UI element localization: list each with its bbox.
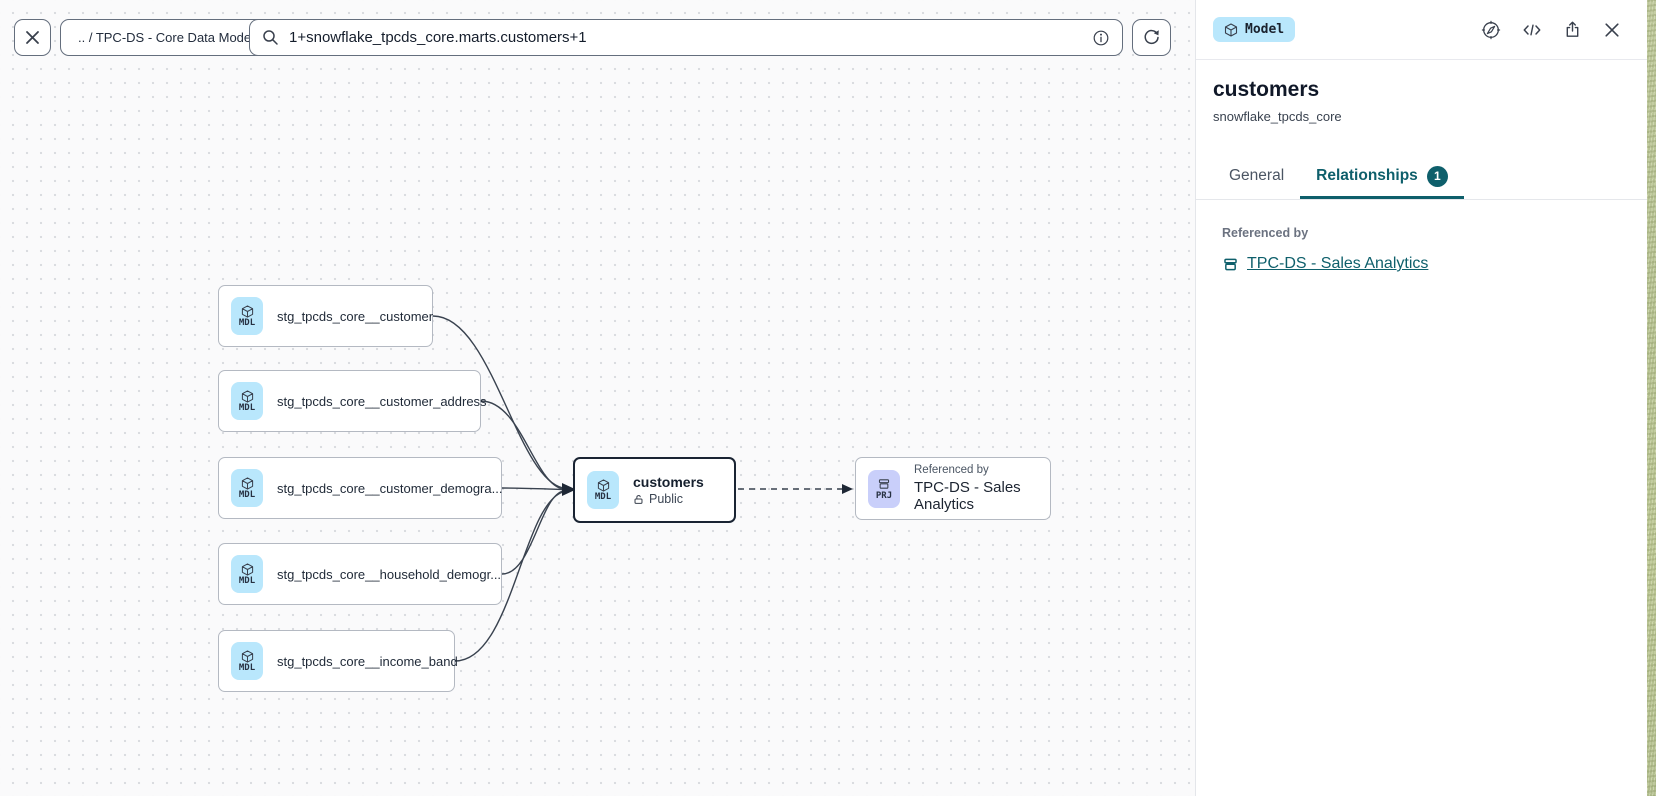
breadcrumb[interactable]: .. / TPC-DS - Core Data Models — [60, 19, 279, 56]
panel-title: customers — [1213, 78, 1630, 102]
project-icon — [877, 477, 891, 491]
explore-lineage-button[interactable] — [1479, 18, 1503, 42]
cube-icon — [1224, 23, 1238, 37]
model-badge-label: Model — [1245, 22, 1284, 37]
refresh-button[interactable] — [1132, 19, 1171, 56]
details-panel: Model — [1195, 0, 1647, 796]
node-title: customers — [633, 474, 704, 490]
node-label: stg_tpcds_core__income_band — [277, 654, 458, 669]
referenced-by-project-link[interactable]: TPC-DS - Sales Analytics — [1247, 255, 1428, 273]
close-lineage-button[interactable] — [14, 19, 51, 56]
referenced-by-item[interactable]: TPC-DS - Sales Analytics — [1222, 255, 1621, 273]
lineage-node-stg-household-demographics[interactable]: MDL stg_tpcds_core__household_demogr... — [218, 543, 502, 605]
project-type-badge: PRJ — [868, 470, 900, 508]
panel-header: Model — [1196, 0, 1647, 60]
referenced-by-label: Referenced by — [1222, 226, 1621, 240]
cube-icon — [241, 390, 254, 403]
refresh-icon — [1142, 28, 1161, 47]
node-label: stg_tpcds_core__customer_demogra... — [277, 481, 502, 496]
close-icon — [1603, 21, 1621, 39]
model-type-badge: MDL — [231, 297, 263, 335]
model-type-badge: MDL — [231, 382, 263, 420]
model-badge: Model — [1213, 17, 1295, 42]
close-icon — [24, 29, 41, 46]
tab-general[interactable]: General — [1213, 153, 1300, 199]
node-label: stg_tpcds_core__customer — [277, 309, 433, 324]
cube-icon — [241, 563, 254, 576]
tab-relationships-label: Relationships — [1316, 167, 1418, 185]
panel-actions — [1479, 18, 1623, 42]
lineage-node-stg-customer-address[interactable]: MDL stg_tpcds_core__customer_address — [218, 370, 481, 432]
cube-icon — [597, 479, 610, 492]
model-type-badge: MDL — [231, 642, 263, 680]
cube-icon — [241, 650, 254, 663]
model-type-badge: MDL — [231, 469, 263, 507]
node-label: stg_tpcds_core__customer_address — [277, 394, 487, 409]
project-icon — [1222, 256, 1239, 273]
search-icon — [262, 29, 279, 46]
share-icon — [1563, 20, 1582, 39]
node-label: stg_tpcds_core__household_demogr... — [277, 567, 501, 582]
info-icon[interactable] — [1092, 29, 1110, 47]
compass-icon — [1481, 20, 1501, 40]
lineage-node-stg-customer-demographics[interactable]: MDL stg_tpcds_core__customer_demogra... — [218, 457, 502, 519]
lineage-search-bar[interactable] — [249, 19, 1123, 56]
model-type-badge: MDL — [587, 471, 619, 509]
referenced-by-section: Referenced by TPC-DS - Sales Analytics — [1213, 200, 1630, 273]
lineage-node-referencing-project[interactable]: PRJ Referenced by TPC-DS - Sales Analyti… — [855, 457, 1051, 520]
close-panel-button[interactable] — [1601, 19, 1623, 41]
lineage-node-stg-income-band[interactable]: MDL stg_tpcds_core__income_band — [218, 630, 455, 692]
model-type-badge: MDL — [231, 555, 263, 593]
tab-relationships[interactable]: Relationships 1 — [1300, 153, 1464, 199]
lineage-node-customers-selected[interactable]: MDL customers Public — [573, 457, 736, 523]
cube-icon — [241, 477, 254, 490]
cube-icon — [241, 305, 254, 318]
code-icon — [1522, 21, 1542, 39]
desktop-wallpaper-edge — [1647, 0, 1656, 796]
node-access-label: Public — [649, 492, 683, 506]
node-access-row: Public — [633, 492, 704, 506]
share-button[interactable] — [1561, 18, 1584, 41]
node-title: TPC-DS - Sales Analytics — [914, 479, 1038, 513]
view-code-button[interactable] — [1520, 19, 1544, 41]
panel-tabs: General Relationships 1 — [1196, 153, 1647, 200]
unlock-icon — [633, 494, 644, 505]
node-kicker: Referenced by — [914, 464, 1038, 476]
panel-body: customers snowflake_tpcds_core General R… — [1196, 60, 1647, 273]
panel-subtitle: snowflake_tpcds_core — [1213, 109, 1630, 124]
relationships-count-badge: 1 — [1427, 166, 1448, 187]
lineage-node-stg-customer[interactable]: MDL stg_tpcds_core__customer — [218, 285, 433, 347]
search-input[interactable] — [289, 29, 1082, 46]
